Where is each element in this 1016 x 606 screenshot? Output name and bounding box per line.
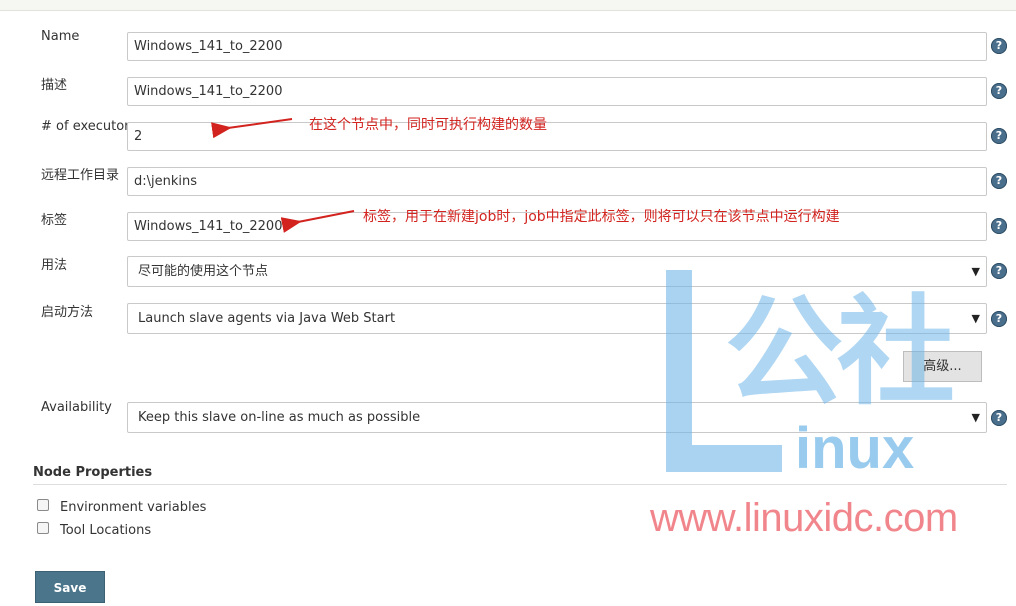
- labels-annotation: 标签，用于在新建job时，job中指定此标签，则将可以只在该节点中运行构建: [363, 209, 840, 225]
- labels-annotation-arrow: [280, 210, 355, 233]
- annotation-arrows: [211, 118, 355, 233]
- executors-annotation: 在这个节点中，同时可执行构建的数量: [309, 117, 547, 133]
- executors-annotation-arrow: [211, 118, 293, 139]
